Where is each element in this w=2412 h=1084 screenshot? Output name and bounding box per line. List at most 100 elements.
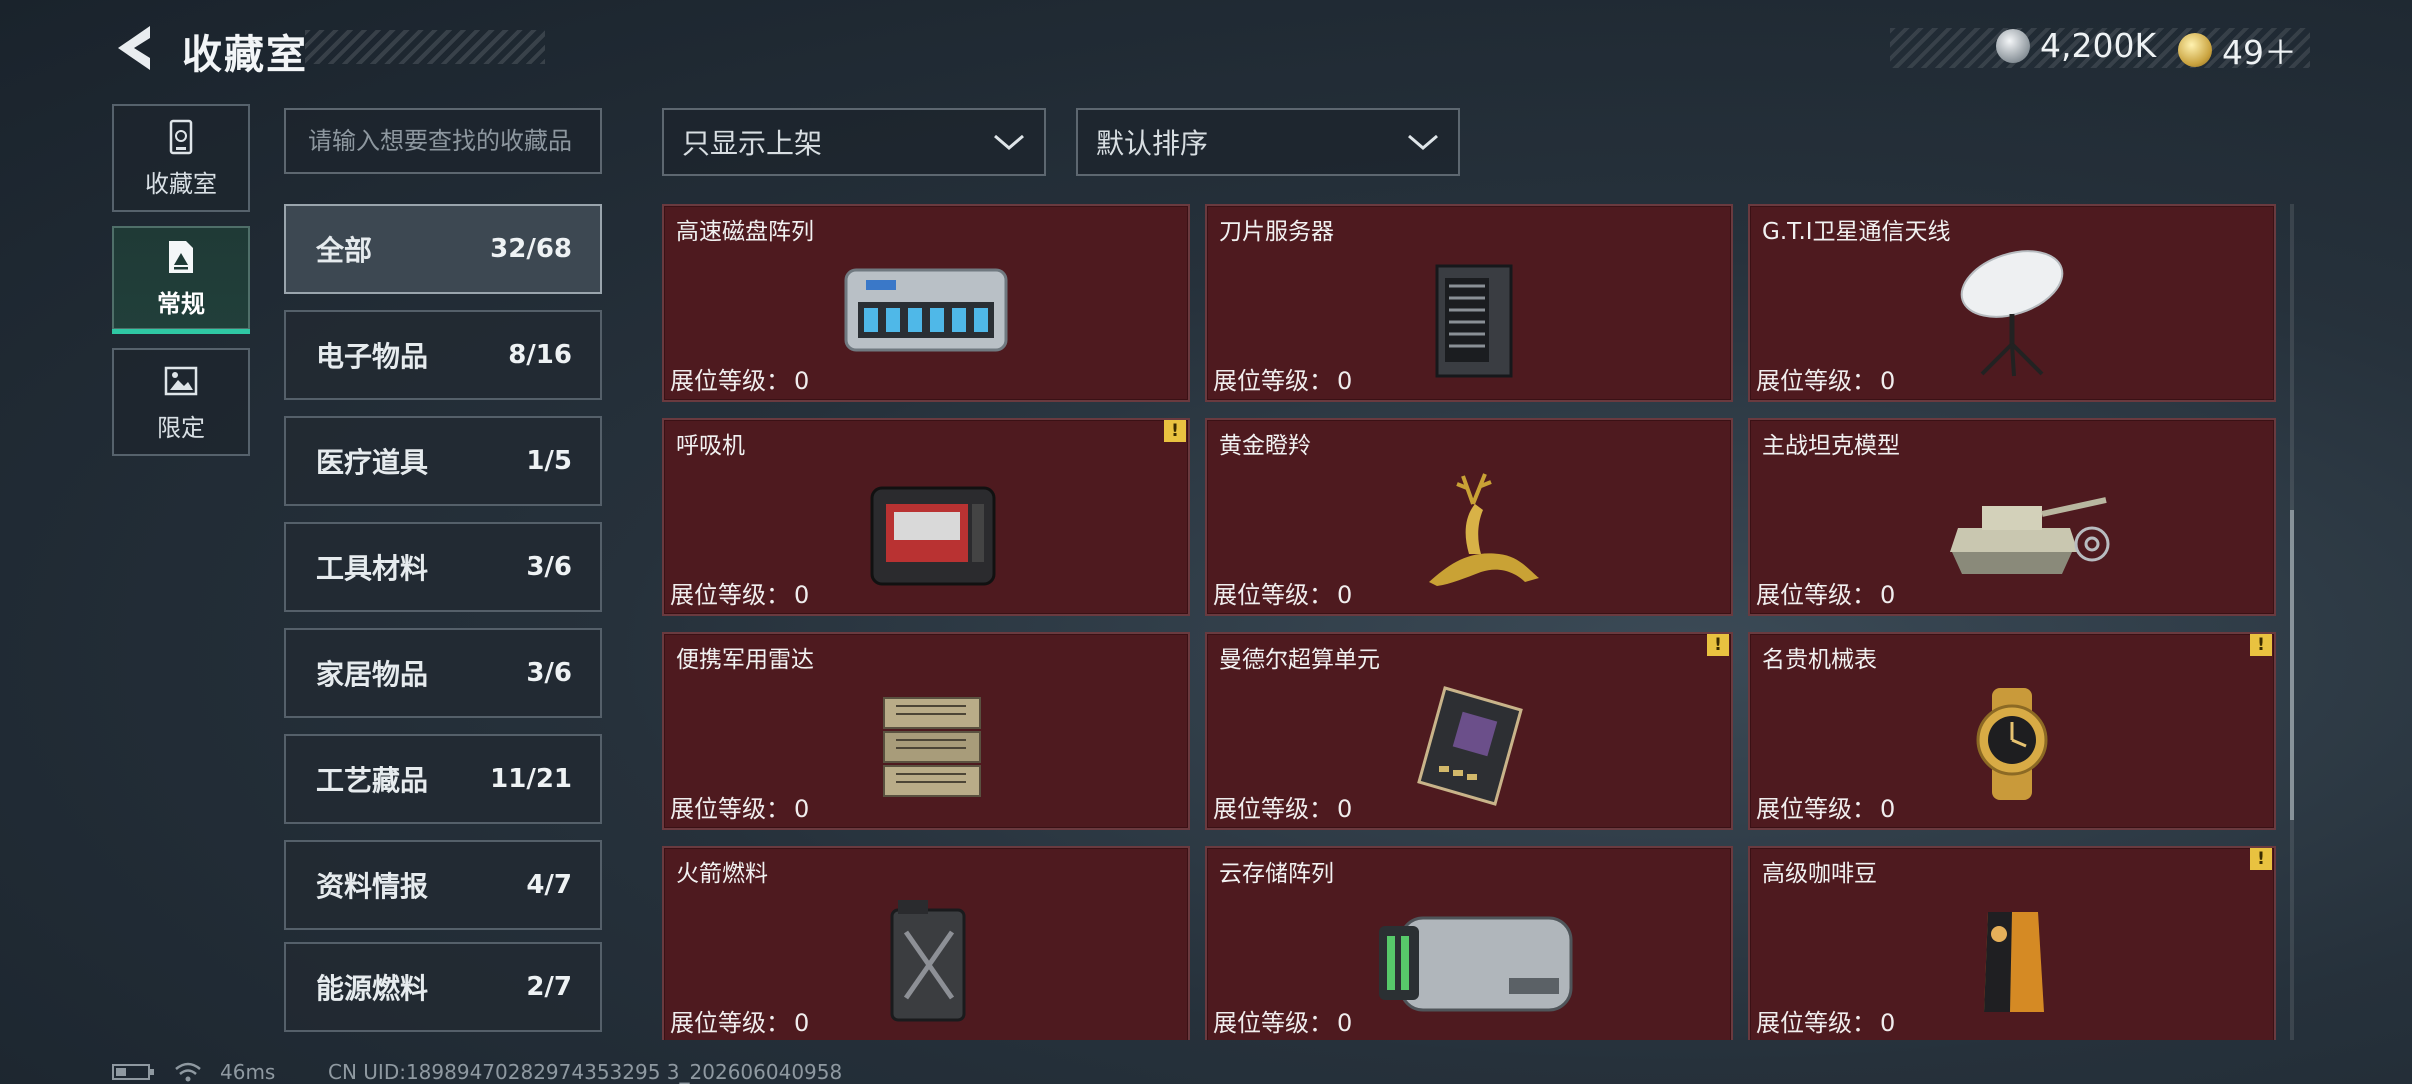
rail-collection-room[interactable]: 收藏室	[112, 104, 250, 212]
display-level-label: 展位等级：	[670, 1009, 790, 1037]
back-arrow-icon[interactable]	[110, 22, 158, 74]
display-level: 展位等级： 0	[1213, 789, 1352, 824]
category-electronics[interactable]: 电子物品 8/16	[284, 310, 602, 400]
category-name: 资料情报	[316, 870, 429, 903]
collection-card[interactable]: 呼吸机 ! 展位等级： 0	[662, 418, 1190, 616]
collection-card[interactable]: 曼德尔超算单元 ! 展位等级： 0	[1205, 632, 1733, 830]
collection-card[interactable]: 名贵机械表 ! 展位等级： 0	[1748, 632, 2276, 830]
currency-secondary-value: 49＋	[2222, 33, 2297, 72]
battery-icon	[112, 1064, 154, 1080]
collection-card[interactable]: 黄金瞪羚 展位等级： 0	[1205, 418, 1733, 616]
display-filter-value: 只显示上架	[682, 127, 823, 160]
display-level-value: 0	[1880, 1009, 1896, 1037]
display-level: 展位等级： 0	[670, 1003, 809, 1038]
category-count: 3/6	[526, 658, 572, 688]
coffee-bean-bag-icon	[1984, 912, 2044, 1012]
display-level: 展位等级： 0	[1756, 361, 1895, 396]
search-input[interactable]	[284, 108, 602, 174]
category-name: 医疗道具	[316, 446, 429, 479]
supercomputer-unit-icon	[1417, 686, 1523, 806]
warning-icon: !	[1707, 634, 1729, 656]
display-level-label: 展位等级：	[1213, 581, 1333, 609]
sort-value: 默认排序	[1096, 127, 1209, 160]
limited-image-icon	[164, 366, 198, 395]
rail-regular[interactable]: 常规	[112, 226, 250, 334]
category-count: 32/68	[490, 234, 572, 264]
collection-card[interactable]: 高速磁盘阵列 展位等级： 0	[662, 204, 1190, 402]
category-crafts[interactable]: 工艺藏品 11/21	[284, 734, 602, 824]
category-name: 家居物品	[316, 658, 429, 691]
item-name: 名贵机械表	[1762, 647, 1877, 673]
display-level-label: 展位等级：	[1756, 1009, 1876, 1037]
collection-card[interactable]: 主战坦克模型 展位等级： 0	[1748, 418, 2276, 616]
rail-limited[interactable]: 限定	[112, 348, 250, 456]
display-level-value: 0	[794, 1009, 810, 1037]
collection-card[interactable]: 云存储阵列 展位等级： 0	[1205, 846, 1733, 1040]
display-level-label: 展位等级：	[670, 581, 790, 609]
display-level-value: 0	[1337, 367, 1353, 395]
sort-dropdown[interactable]: 默认排序	[1076, 108, 1460, 176]
item-name: 呼吸机	[676, 433, 745, 459]
display-level-label: 展位等级：	[1756, 795, 1876, 823]
display-level-value: 0	[1337, 795, 1353, 823]
display-level: 展位等级： 0	[1213, 575, 1352, 610]
document-icon	[169, 240, 193, 273]
display-level-label: 展位等级：	[1213, 367, 1333, 395]
display-level: 展位等级： 0	[1756, 789, 1895, 824]
ventilator-icon	[870, 486, 996, 586]
category-count: 4/7	[526, 870, 572, 900]
category-name: 全部	[316, 234, 373, 267]
item-name: 主战坦克模型	[1762, 433, 1900, 459]
grid-scrollbar-thumb[interactable]	[2290, 510, 2294, 820]
cloud-storage-array-icon	[1379, 916, 1573, 1012]
collection-card[interactable]: G.T.I卫星通信天线 展位等级： 0	[1748, 204, 2276, 402]
wifi-icon	[175, 1062, 201, 1082]
category-fuel[interactable]: 能源燃料 2/7	[284, 942, 602, 1032]
item-name: 刀片服务器	[1219, 219, 1334, 245]
category-name: 工艺藏品	[316, 764, 429, 797]
ping-value: 46ms	[220, 1060, 276, 1084]
collection-card[interactable]: 高级咖啡豆 ! 展位等级： 0	[1748, 846, 2276, 1040]
satellite-antenna-icon	[1960, 250, 2064, 377]
category-intel[interactable]: 资料情报 4/7	[284, 840, 602, 930]
collection-card[interactable]: 便携军用雷达 展位等级： 0	[662, 632, 1190, 830]
currency-primary: 4,200K	[1996, 26, 2156, 65]
category-medical[interactable]: 医疗道具 1/5	[284, 416, 602, 506]
category-count: 1/5	[526, 446, 572, 476]
category-household[interactable]: 家居物品 3/6	[284, 628, 602, 718]
golden-gazelle-icon	[1429, 473, 1539, 586]
collection-card[interactable]: 火箭燃料 展位等级： 0	[662, 846, 1190, 1040]
display-filter-dropdown[interactable]: 只显示上架	[662, 108, 1046, 176]
display-level-value: 0	[1337, 581, 1353, 609]
rail-label: 常规	[157, 289, 205, 318]
display-level-value: 0	[1880, 581, 1896, 609]
display-level-value: 0	[794, 367, 810, 395]
category-count: 11/21	[490, 764, 572, 794]
display-level-label: 展位等级：	[1213, 795, 1333, 823]
display-level-label: 展位等级：	[1756, 581, 1876, 609]
display-level-label: 展位等级：	[1756, 367, 1876, 395]
status-bar: 46ms	[112, 1060, 275, 1084]
collection-card[interactable]: 刀片服务器 展位等级： 0	[1205, 204, 1733, 402]
display-level-label: 展位等级：	[1213, 1009, 1333, 1037]
item-name: 高级咖啡豆	[1762, 861, 1877, 887]
display-level: 展位等级： 0	[670, 575, 809, 610]
display-level-label: 展位等级：	[670, 367, 790, 395]
display-level: 展位等级： 0	[1213, 1003, 1352, 1038]
mechanical-watch-icon	[1976, 688, 2048, 800]
item-name: 便携军用雷达	[676, 647, 814, 673]
display-level-value: 0	[1880, 367, 1896, 395]
display-level: 展位等级： 0	[670, 361, 809, 396]
gold-coin-icon	[2178, 33, 2212, 67]
item-name: 高速磁盘阵列	[676, 219, 814, 245]
category-name: 电子物品	[316, 340, 429, 373]
page-title: 收藏室	[182, 32, 308, 78]
display-level-value: 0	[794, 581, 810, 609]
category-all[interactable]: 全部 32/68	[284, 204, 602, 294]
chevron-down-icon	[1408, 134, 1438, 150]
category-tools[interactable]: 工具材料 3/6	[284, 522, 602, 612]
display-level: 展位等级： 0	[670, 789, 809, 824]
display-level-label: 展位等级：	[670, 795, 790, 823]
currency-secondary[interactable]: 49＋	[2178, 26, 2297, 74]
user-uid: CN UID:18989470282974353295 3_2026060409…	[328, 1060, 843, 1084]
